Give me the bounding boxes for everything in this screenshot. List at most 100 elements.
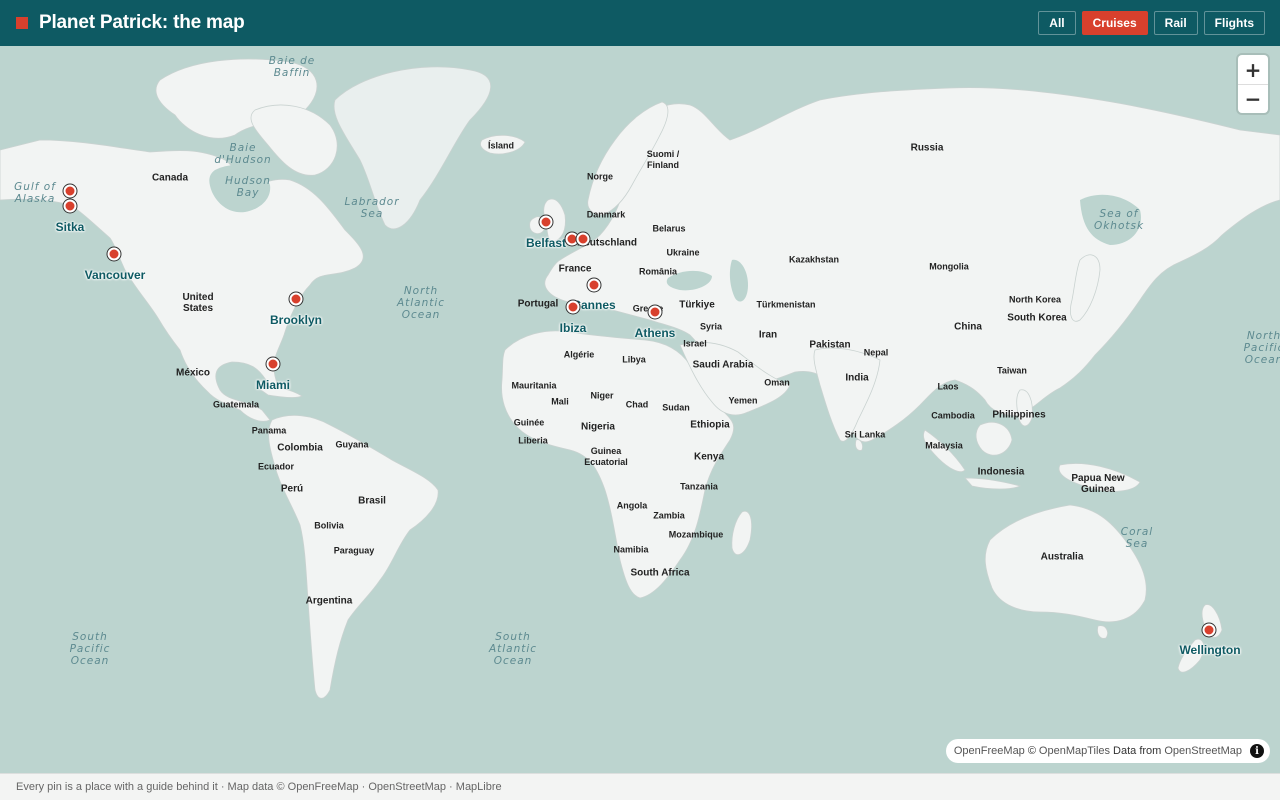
ocean-label-north-pacific: North Pacific Ocean bbox=[1243, 330, 1280, 366]
land-madagascar bbox=[731, 510, 752, 556]
pin-label-brooklyn[interactable]: Brooklyn bbox=[270, 313, 322, 327]
country-label-ethiopia: Ethiopia bbox=[690, 419, 730, 431]
country-label-guinee: Guinée bbox=[513, 417, 545, 428]
filter-rail-button[interactable]: Rail bbox=[1153, 11, 1198, 35]
country-label-mozambique: Mozambique bbox=[668, 529, 724, 540]
country-label-panama: Panama bbox=[251, 425, 287, 436]
country-label-guyana: Guyana bbox=[335, 439, 369, 450]
country-label-ukraine: Ukraine bbox=[666, 247, 700, 258]
ocean-label-south-pacific: South Pacific Ocean bbox=[69, 631, 111, 667]
country-label-mali: Mali bbox=[551, 396, 569, 407]
pin-label-sitka[interactable]: Sitka bbox=[56, 220, 85, 234]
country-label-saudi-arabia: Saudi Arabia bbox=[692, 359, 754, 371]
country-label-nepal: Nepal bbox=[863, 347, 889, 358]
land-tasmania bbox=[1097, 625, 1108, 639]
pin-cannes[interactable] bbox=[587, 278, 601, 292]
ocean-label-hudson-bay: Hudson Bay bbox=[225, 175, 271, 199]
pin-label-wellington[interactable]: Wellington bbox=[1179, 643, 1240, 657]
country-label-taiwan: Taiwan bbox=[997, 365, 1027, 376]
land-south-america bbox=[268, 415, 439, 699]
attribution-openmaptiles-link[interactable]: OpenMapTiles bbox=[1039, 745, 1110, 757]
country-label-yemen: Yemen bbox=[728, 395, 758, 406]
country-label-brasil: Brasil bbox=[358, 495, 386, 507]
footer: Every pin is a place with a guide behind… bbox=[0, 773, 1280, 800]
country-label-israel: Israel bbox=[683, 338, 707, 349]
country-label-iran: Iran bbox=[758, 329, 778, 341]
ocean-label-gulf-of-alaska: Gulf of Alaska bbox=[14, 181, 56, 205]
pin-alaska-north[interactable] bbox=[63, 184, 77, 198]
pin-miami[interactable] bbox=[266, 357, 280, 371]
pin-label-miami[interactable]: Miami bbox=[256, 378, 290, 392]
country-label-indonesia: Indonesia bbox=[977, 466, 1025, 478]
header-bar: Planet Patrick: the map All Cruises Rail… bbox=[0, 0, 1280, 46]
country-label-russia: Russia bbox=[910, 142, 944, 154]
pin-label-vancouver[interactable]: Vancouver bbox=[85, 268, 146, 282]
pin-wellington[interactable] bbox=[1202, 623, 1216, 637]
pin-ibiza[interactable] bbox=[566, 300, 580, 314]
pin-label-athens[interactable]: Athens bbox=[635, 326, 676, 340]
country-label-denmark: Danmark bbox=[586, 209, 626, 220]
country-label-mexico: México bbox=[176, 367, 210, 379]
country-label-philippines: Philippines bbox=[992, 409, 1046, 421]
pin-uk-2[interactable] bbox=[576, 232, 590, 246]
country-label-colombia: Colombia bbox=[277, 442, 323, 454]
country-label-belarus: Belarus bbox=[652, 223, 686, 234]
country-label-niger: Niger bbox=[590, 390, 614, 401]
country-label-bolivia: Bolivia bbox=[314, 520, 344, 531]
country-label-malaysia: Malaysia bbox=[925, 440, 963, 451]
country-label-liberia: Liberia bbox=[518, 435, 548, 446]
land-australia bbox=[984, 504, 1147, 623]
filter-flights-button[interactable]: Flights bbox=[1203, 11, 1265, 35]
country-label-angola: Angola bbox=[616, 500, 648, 511]
ocean-label-baffin-bay: Baie de Baffin bbox=[268, 55, 316, 79]
country-label-romania: România bbox=[638, 266, 678, 277]
land-java bbox=[964, 477, 1022, 490]
country-label-cambodia: Cambodia bbox=[931, 410, 975, 421]
pin-belfast[interactable] bbox=[539, 215, 553, 229]
pin-brooklyn[interactable] bbox=[289, 292, 303, 306]
ocean-label-sea-of-okhotsk: Sea of Okhotsk bbox=[1093, 208, 1145, 232]
country-label-guinea-ecuatorial: Guinea Ecuatorial bbox=[584, 446, 628, 467]
country-label-paraguay: Paraguay bbox=[333, 545, 375, 556]
country-label-iceland: Ísland bbox=[487, 140, 515, 151]
country-label-oman: Oman bbox=[764, 377, 790, 388]
country-label-portugal: Portugal bbox=[517, 298, 559, 310]
filter-cruises-button[interactable]: Cruises bbox=[1081, 11, 1148, 35]
country-label-sri-lanka: Sri Lanka bbox=[844, 429, 886, 440]
ocean-label-baie-hudson: Baie d'Hudson bbox=[214, 142, 272, 166]
attribution-data-from: Data from bbox=[1113, 745, 1162, 757]
country-label-laos: Laos bbox=[937, 381, 959, 392]
country-label-ecuador: Ecuador bbox=[257, 461, 295, 472]
zoom-in-button[interactable]: + bbox=[1238, 55, 1268, 84]
country-label-india: India bbox=[845, 372, 869, 384]
pin-vancouver[interactable] bbox=[107, 247, 121, 261]
info-icon[interactable]: i bbox=[1250, 744, 1264, 758]
pin-sitka[interactable] bbox=[63, 199, 77, 213]
country-label-mauritania: Mauritania bbox=[511, 380, 557, 391]
country-label-canada: Canada bbox=[151, 172, 189, 184]
attribution-openfreemap-link[interactable]: OpenFreeMap bbox=[954, 745, 1025, 757]
world-map[interactable]: Canada United States México Guatemala Pa… bbox=[0, 46, 1280, 773]
attribution-openstreetmap-link[interactable]: OpenStreetMap bbox=[1164, 745, 1242, 757]
country-label-norway: Norge bbox=[586, 171, 614, 182]
land-borneo bbox=[975, 421, 1013, 456]
zoom-control: + − bbox=[1238, 55, 1268, 113]
filter-group: All Cruises Rail Flights bbox=[1038, 11, 1265, 35]
filter-all-button[interactable]: All bbox=[1038, 11, 1076, 35]
pin-athens[interactable] bbox=[648, 305, 662, 319]
logo-square-icon bbox=[16, 17, 28, 29]
country-label-namibia: Namibia bbox=[613, 544, 649, 555]
country-label-zambia: Zambia bbox=[653, 510, 685, 521]
pin-label-ibiza[interactable]: Ibiza bbox=[560, 321, 587, 335]
map-attribution: OpenFreeMap © OpenMapTiles Data from Ope… bbox=[945, 739, 1270, 763]
ocean-label-coral-sea: Coral Sea bbox=[1120, 526, 1154, 550]
country-label-mongolia: Mongolia bbox=[929, 261, 969, 272]
country-label-united-states: United States bbox=[182, 292, 214, 314]
country-label-chad: Chad bbox=[625, 399, 649, 410]
zoom-out-button[interactable]: − bbox=[1238, 84, 1268, 113]
ocean-label-north-atlantic: North Atlantic Ocean bbox=[396, 285, 446, 321]
country-label-south-korea: South Korea bbox=[1007, 312, 1067, 324]
pin-label-belfast[interactable]: Belfast bbox=[526, 236, 566, 250]
page-title: Planet Patrick: the map bbox=[39, 12, 245, 33]
country-label-china: China bbox=[954, 321, 982, 333]
